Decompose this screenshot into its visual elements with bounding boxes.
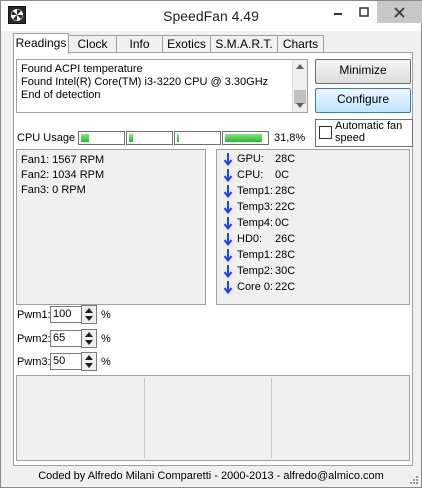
- spinner-arrows-icon: [85, 332, 93, 345]
- temperature-value: 28C: [275, 153, 296, 165]
- pwm1-unit: %: [101, 309, 111, 321]
- scroll-thumb[interactable]: [294, 90, 306, 104]
- down-arrow-icon: [223, 201, 233, 214]
- down-arrow-icon: [223, 249, 233, 262]
- pwm2-label: Pwm2:: [17, 333, 51, 345]
- temperature-value: 28C: [275, 185, 296, 197]
- log-line: Found Intel(R) Core(TM) i3-3220 CPU @ 3.…: [21, 76, 269, 88]
- temperature-value: 0C: [275, 217, 290, 229]
- minimize-icon: [333, 13, 342, 15]
- pwm1-label: Pwm1:: [17, 309, 51, 321]
- scroll-down-icon[interactable]: [296, 103, 304, 108]
- cpu-core-bar: [222, 131, 269, 145]
- pwm2-spinner[interactable]: [81, 329, 97, 348]
- maximize-icon: [359, 7, 369, 17]
- down-arrow-icon: [223, 265, 233, 278]
- temperature-name: Temp1:: [237, 185, 274, 197]
- spinner-arrows-icon: [85, 308, 93, 321]
- pwm1-spinner[interactable]: [81, 305, 97, 324]
- automatic-fan-speed-checkbox[interactable]: [319, 126, 332, 139]
- tab-bar: Readings Clock Info Exotics S.M.A.R.T. C…: [13, 33, 411, 54]
- temperature-value: 26C: [275, 233, 296, 245]
- close-window-button[interactable]: [377, 1, 422, 23]
- temperature-name: HD0:: [237, 233, 263, 245]
- down-arrow-icon: [223, 217, 233, 230]
- fan-reading: Fan2: 1034 RPM: [21, 169, 105, 181]
- automatic-fan-speed-option[interactable]: Automatic fan speed: [315, 119, 413, 147]
- tab-smart[interactable]: S.M.A.R.T.: [210, 35, 278, 53]
- title-bar[interactable]: SpeedFan 4.49: [1, 1, 422, 31]
- temperature-value: 0C: [275, 169, 290, 181]
- log-scrollbar[interactable]: [292, 60, 307, 112]
- pwm3-input[interactable]: 50: [50, 353, 82, 370]
- automatic-fan-speed-label: Automatic fan speed: [335, 120, 403, 144]
- pwm2-input[interactable]: 65: [50, 330, 82, 347]
- temperature-name: Temp2:: [237, 265, 274, 277]
- detection-log[interactable]: Found ACPI temperature Found Intel(R) Co…: [16, 59, 308, 113]
- fan-speeds-panel: Fan1: 1567 RPM Fan2: 1034 RPM Fan3: 0 RP…: [16, 149, 206, 305]
- cpu-usage-label: CPU Usage: [17, 132, 76, 144]
- speedfan-window: SpeedFan 4.49 Readings Clock Info Exotic…: [0, 0, 422, 488]
- readings-graph-area: [16, 375, 410, 461]
- temperature-name: Temp3:: [237, 201, 274, 213]
- temperature-name: Core 0:: [237, 281, 274, 293]
- cpu-core-bar-fill: [81, 134, 89, 142]
- graph-divider: [271, 378, 272, 458]
- cpu-core-bar-fill: [177, 134, 179, 142]
- temperatures-panel: GPU: 28C CPU: 0C Temp1: 28C Temp3: 22C T…: [216, 149, 410, 305]
- minimize-window-button[interactable]: [324, 1, 351, 23]
- down-arrow-icon: [223, 169, 233, 182]
- cpu-core-bar: [78, 131, 125, 145]
- scroll-up-icon[interactable]: [296, 64, 304, 69]
- cpu-usage-percent: 31,8%: [274, 132, 306, 144]
- close-icon: [394, 6, 405, 18]
- tab-charts[interactable]: Charts: [277, 35, 324, 53]
- log-line: End of detection: [21, 89, 101, 101]
- cpu-core-bar: [174, 131, 221, 145]
- log-line: Found ACPI temperature: [21, 63, 143, 75]
- temperature-name: GPU:: [237, 153, 264, 165]
- down-arrow-icon: [223, 281, 233, 294]
- tab-exotics[interactable]: Exotics: [162, 35, 211, 53]
- credits-text: Coded by Alfredo Milani Comparetti - 200…: [38, 470, 384, 482]
- fan-reading: Fan1: 1567 RPM: [21, 154, 105, 166]
- configure-button[interactable]: Configure: [315, 88, 411, 113]
- down-arrow-icon: [223, 153, 233, 166]
- temperature-value: 28C: [275, 249, 296, 261]
- cpu-core-bar-fill: [225, 134, 262, 142]
- pwm3-spinner[interactable]: [81, 352, 97, 371]
- temperature-name: Temp1:: [237, 249, 274, 261]
- temperature-value: 22C: [275, 201, 296, 213]
- maximize-window-button[interactable]: [351, 1, 377, 23]
- temperature-name: CPU:: [237, 169, 264, 181]
- status-bar: Coded by Alfredo Milani Comparetti - 200…: [1, 467, 421, 487]
- pwm3-label: Pwm3:: [17, 356, 51, 368]
- down-arrow-icon: [223, 233, 233, 246]
- down-arrow-icon: [223, 185, 233, 198]
- fan-reading: Fan3: 0 RPM: [21, 184, 86, 196]
- tab-info[interactable]: Info: [116, 35, 163, 53]
- spinner-arrows-icon: [85, 355, 93, 368]
- temperature-name: Temp4:: [237, 217, 274, 229]
- pwm3-unit: %: [101, 356, 111, 368]
- pwm2-unit: %: [101, 333, 111, 345]
- resize-grip-icon[interactable]: [409, 475, 419, 485]
- graph-divider: [144, 378, 145, 458]
- pwm1-input[interactable]: 100: [50, 306, 82, 323]
- tab-readings[interactable]: Readings: [13, 33, 69, 54]
- cpu-core-bar: [126, 131, 173, 145]
- temperature-value: 30C: [275, 265, 296, 277]
- cpu-core-bar-fill: [129, 134, 133, 142]
- tab-clock[interactable]: Clock: [68, 35, 117, 53]
- readings-page: Found ACPI temperature Found Intel(R) Co…: [13, 52, 413, 466]
- minimize-button[interactable]: Minimize: [315, 59, 411, 84]
- temperature-value: 22C: [275, 281, 296, 293]
